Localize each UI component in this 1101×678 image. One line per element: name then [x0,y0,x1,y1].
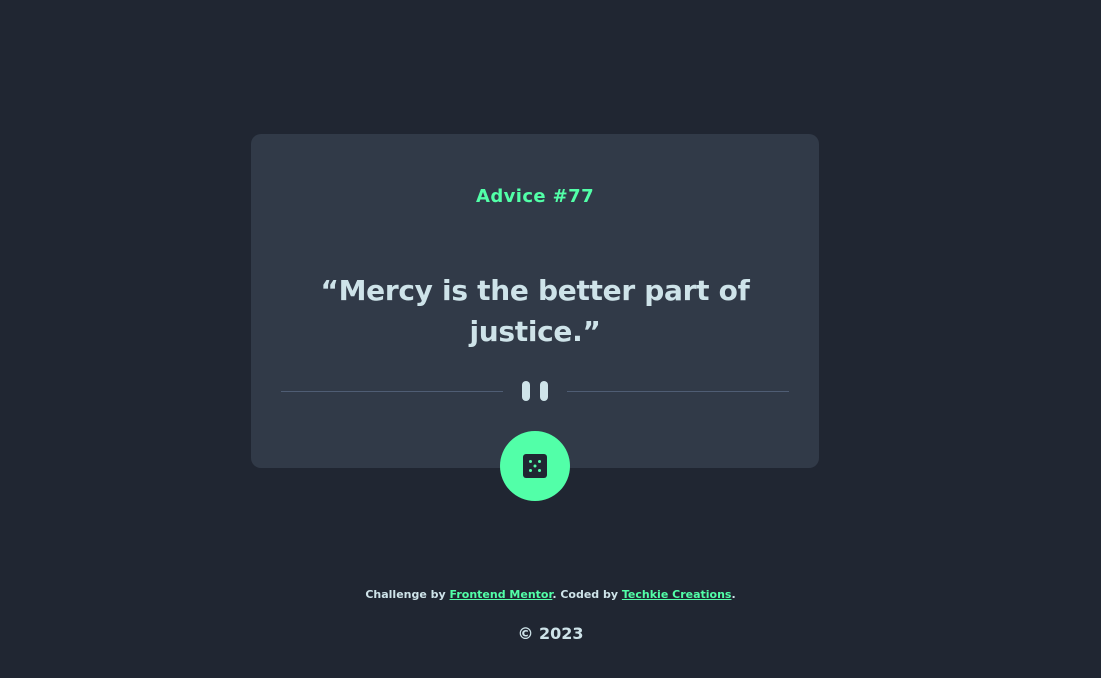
advice-id: Advice #77 [476,186,594,207]
advice-quote: “Mercy is the better part of justice.” [320,274,750,348]
divider-line-left [281,391,503,392]
attribution-text: . [731,588,736,601]
attribution: Challenge by Frontend Mentor. Coded by T… [0,588,1101,601]
dice-icon [523,454,547,478]
advice-card: Advice #77 “Mercy is the better part of … [251,134,819,468]
pause-icon [522,381,548,401]
divider [281,380,789,402]
frontend-mentor-link[interactable]: Frontend Mentor [450,588,553,601]
techkie-creations-link[interactable]: Techkie Creations [622,588,732,601]
copyright: © 2023 [517,624,584,643]
divider-line-right [567,391,789,392]
new-advice-button[interactable] [500,431,570,501]
attribution-text: Challenge by [365,588,450,601]
attribution-text: . Coded by [552,588,622,601]
